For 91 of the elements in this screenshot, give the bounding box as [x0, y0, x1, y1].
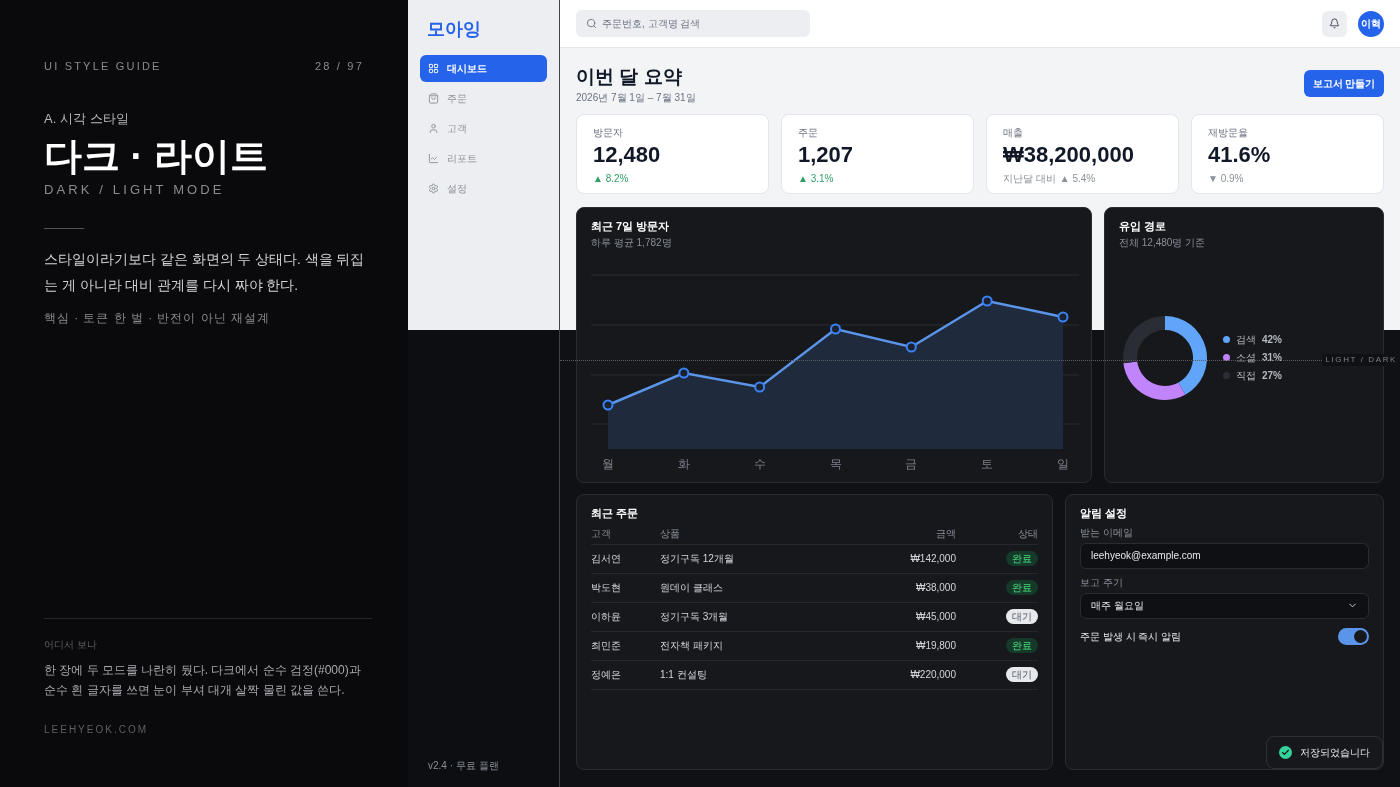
kpi-value: 12,480	[593, 141, 662, 169]
keywords: 핵심 · 토큰 한 벌 · 반전이 아닌 재설계	[44, 309, 271, 327]
check-icon	[1279, 746, 1292, 759]
day-label: 목	[829, 456, 842, 471]
status-badge: 대기	[1006, 667, 1038, 682]
day-label: 토	[981, 456, 994, 471]
kpi-delta: ▲ 3.1%	[798, 172, 834, 186]
table-cell-text: 정기구독 12개월	[660, 552, 735, 566]
table-cell-text: 이하윤	[591, 610, 622, 624]
nav-item[interactable]: 리포트	[420, 145, 547, 172]
table-cell-text: 최민준	[591, 639, 622, 653]
nav-icon	[428, 123, 439, 134]
user-avatar[interactable]: 이혁	[1358, 10, 1384, 37]
table-cell-text: 정예은	[591, 668, 622, 682]
table-cell-text: ₩142,000	[909, 552, 956, 566]
table-cell-text: ₩45,000	[914, 610, 956, 624]
legend-value: 27%	[1262, 369, 1282, 383]
search-icon	[586, 18, 597, 29]
nav-icon	[428, 63, 439, 74]
period-select[interactable]: 매주 월요일	[1080, 592, 1369, 619]
day-label: 월	[602, 456, 614, 471]
kpi-value: ₩38,200,000	[1003, 141, 1135, 169]
kpi-value: 41.6%	[1208, 141, 1272, 169]
note-text: 한 장에 두 모드를 나란히 뒀다. 다크에서 순수 검정(#000)과 순수 흰 글자를 쓰면 눈이 부셔 대개 살짝 물린 값을 쓴다.	[44, 662, 362, 699]
column-header: 상태	[1017, 526, 1038, 541]
status-badge: 완료	[1006, 580, 1038, 595]
page-number: 28 / 97	[314, 59, 364, 74]
nav-icon	[428, 153, 439, 164]
kpi-label: 방문자	[593, 126, 624, 140]
status-badge: 대기	[1006, 609, 1038, 624]
table-cell-text: ₩19,800	[914, 639, 956, 653]
card-subtitle: 하루 평균 1,782명	[591, 235, 673, 250]
kpi-label: 매출	[1003, 126, 1024, 140]
card-title: 최근 주문	[591, 506, 640, 521]
nav-icon	[428, 183, 439, 194]
toggle-label: 주문 발생 시 즉시 알림	[1080, 629, 1182, 644]
legend-label: 검색	[1236, 333, 1256, 347]
note-label: 어디서 보나	[44, 638, 98, 652]
legend-label: 직접	[1236, 369, 1256, 383]
table-cell-text: 원데이 클래스	[660, 581, 724, 595]
guide-description: 스타일이라기보다 같은 화면의 두 상태다. 색을 뒤집는 게 아니라 대비 관계를 다시 짜야 한다.	[44, 250, 366, 295]
day-label: 일	[1057, 456, 1069, 471]
card-title: 알림 설정	[1080, 506, 1129, 521]
search-field[interactable]: 주문번호, 고객명 검색	[576, 10, 810, 37]
table-cell-text: 정기구독 3개월	[660, 610, 730, 624]
nav-item[interactable]: 주문	[420, 85, 547, 112]
day-label: 금	[905, 456, 918, 471]
column-header: 금액	[935, 526, 956, 541]
table-cell-text: ₩220,000	[909, 668, 956, 682]
legend-value: 42%	[1262, 333, 1282, 347]
kpi-value: 1,207	[798, 141, 855, 169]
toast-message: 저장되었습니다	[1300, 746, 1370, 760]
nav-item[interactable]: 설정	[420, 175, 547, 202]
kpi-label: 주문	[798, 126, 819, 140]
table-cell-text: 1:1 컨설팅	[660, 668, 708, 682]
nav-icon	[428, 93, 439, 104]
app-logo: 모아잉	[427, 18, 482, 41]
nav-item[interactable]: 고객	[420, 115, 547, 142]
status-badge: 완료	[1006, 638, 1038, 653]
email-field[interactable]: leehyeok@example.com	[1080, 542, 1369, 569]
column-header: 상품	[660, 526, 681, 541]
table-cell-text: ₩38,000	[914, 581, 956, 595]
date-range: 2026년 7월 1일 – 7월 31일	[576, 91, 696, 105]
kpi-label: 재방문율	[1208, 126, 1249, 140]
kpi-note: 지난달 대비	[1003, 172, 1056, 186]
day-label: 화	[677, 456, 690, 471]
notification-button[interactable]	[1322, 10, 1347, 37]
card-subtitle: 전체 12,480명 기준	[1119, 235, 1207, 250]
status-badge: 완료	[1006, 551, 1038, 566]
kpi-delta: ▲ 8.2%	[593, 172, 629, 186]
page-title: 이번 달 요약	[576, 66, 683, 88]
notify-toggle[interactable]	[1338, 627, 1369, 645]
kpi-delta: ▼ 0.9%	[1208, 172, 1244, 186]
table-cell-text: 김서연	[591, 552, 622, 566]
guide-title: 다크 · 라이트	[44, 134, 269, 178]
card-title: 최근 7일 방문자	[591, 219, 671, 234]
kpi-delta: ▲ 5.4%	[1059, 172, 1096, 186]
create-report-button[interactable]: 보고서 만들기	[1304, 70, 1384, 97]
guide-subtitle: DARK / LIGHT MODE	[44, 181, 226, 199]
table-cell-text: 박도현	[591, 581, 622, 595]
nav-item[interactable]: 대시보드	[420, 55, 547, 82]
field-label: 보고 주기	[1080, 575, 1124, 590]
column-header: 고객	[591, 526, 612, 541]
table-cell-text: 전자책 패키지	[660, 639, 724, 653]
guide-eyebrow: UI STYLE GUIDE	[44, 59, 162, 74]
version-label: v2.4 · 무료 플랜	[428, 759, 500, 773]
bell-icon	[1329, 18, 1340, 29]
section-label: A. 시각 스타일	[44, 109, 130, 128]
card-title: 유입 경로	[1119, 219, 1168, 234]
day-label: 수	[753, 456, 766, 471]
field-label: 받는 이메일	[1080, 525, 1134, 540]
